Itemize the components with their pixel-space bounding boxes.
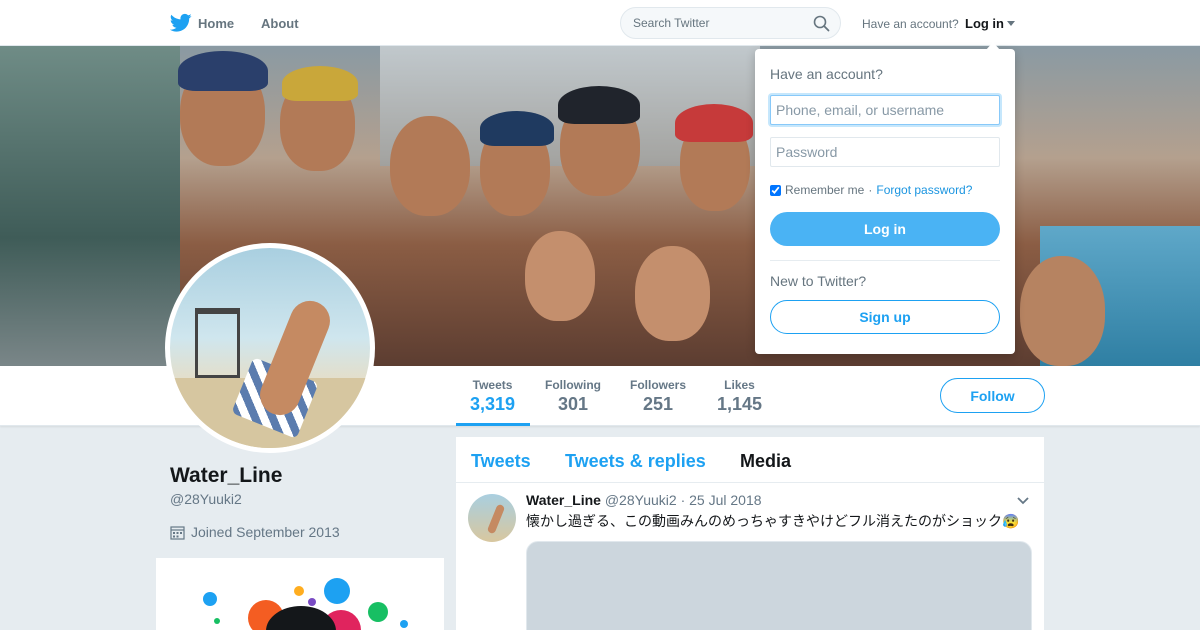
illustration-dot: [400, 620, 408, 628]
stat-label: Followers: [630, 378, 687, 392]
illustration-dot: [294, 586, 304, 596]
dropdown-title: Have an account?: [770, 66, 883, 82]
illustration-dot: [324, 578, 350, 604]
signup-illustration-card: [156, 558, 444, 630]
joined-text: Joined September 2013: [191, 524, 340, 540]
illustration-dot: [214, 618, 220, 624]
banner-person: [1020, 256, 1105, 366]
profile-handle[interactable]: @28Yuuki2: [170, 491, 242, 507]
password-field[interactable]: [770, 137, 1000, 167]
illustration-dot: [368, 602, 388, 622]
banner-swim-cap: [480, 111, 554, 146]
search-icon[interactable]: [813, 15, 830, 32]
tab-tweets[interactable]: Tweets: [471, 451, 531, 472]
username-field[interactable]: [770, 95, 1000, 125]
follow-button[interactable]: Follow: [940, 378, 1045, 413]
search-box: [620, 7, 841, 39]
login-toggle-label: Log in: [965, 16, 1004, 31]
stat-tweets[interactable]: Tweets 3,319: [470, 378, 515, 415]
banner-swim-cap: [178, 51, 268, 91]
timeline-tabs: Tweets Tweets & replies Media: [456, 437, 1044, 483]
tweet-avatar[interactable]: [468, 494, 516, 542]
stat-label: Following: [545, 378, 601, 392]
stat-label: Likes: [724, 378, 755, 392]
tweet-separator: ·: [680, 492, 686, 508]
bird-icon: [170, 13, 192, 32]
tweet-media-preview[interactable]: [526, 541, 1032, 630]
have-account-text: Have an account?: [862, 17, 959, 31]
remember-checkbox[interactable]: [770, 184, 781, 196]
login-dropdown: Have an account? Remember me · Forgot pa…: [755, 42, 1015, 354]
signup-button[interactable]: Sign up: [770, 300, 1000, 334]
nav-home-label: Home: [198, 15, 235, 31]
stat-following[interactable]: Following 301: [545, 378, 601, 415]
banner-swim-cap: [558, 86, 640, 124]
banner-person: [635, 246, 710, 341]
tweet-author-handle[interactable]: @28Yuuki2: [605, 492, 677, 508]
tab-media[interactable]: Media: [740, 451, 791, 472]
nav-home-link[interactable]: Home: [170, 13, 234, 33]
banner-person: [525, 231, 595, 321]
tweet-author-name[interactable]: Water_Line: [526, 492, 601, 508]
forgot-password-link[interactable]: Forgot password?: [876, 183, 972, 197]
top-navigation: Home About Have an account? Log in: [0, 0, 1200, 46]
active-stat-indicator: [456, 423, 530, 426]
new-to-twitter-text: New to Twitter?: [770, 273, 867, 289]
avatar-lifeguard-tower: [195, 308, 240, 378]
nav-about-link[interactable]: About: [261, 16, 299, 31]
tab-tweets-replies[interactable]: Tweets & replies: [565, 451, 706, 472]
search-input[interactable]: [621, 8, 801, 38]
profile-joined: Joined September 2013: [170, 524, 340, 540]
stat-value: 1,145: [717, 394, 763, 414]
remember-row: Remember me · Forgot password?: [770, 183, 972, 197]
banner-swim-cap: [675, 104, 753, 142]
login-button[interactable]: Log in: [770, 212, 1000, 246]
timeline-panel: Tweets Tweets & replies Media Water_Line…: [456, 437, 1044, 630]
stat-followers[interactable]: Followers 251: [630, 378, 686, 415]
stat-value: 301: [557, 394, 589, 414]
banner-swim-cap: [282, 66, 358, 101]
remember-label: Remember me: [785, 183, 865, 197]
illustration-dot: [308, 598, 316, 606]
dropdown-divider: [770, 260, 1000, 261]
stat-label: Tweets: [472, 378, 513, 392]
banner-background-stands: [0, 46, 180, 366]
tweet-header: Water_Line @28Yuuki2 · 25 Jul 2018: [526, 492, 762, 508]
profile-avatar[interactable]: [165, 243, 375, 453]
stat-value: 3,319: [470, 394, 516, 414]
tweet-date[interactable]: 25 Jul 2018: [689, 492, 761, 508]
stat-likes[interactable]: Likes 1,145: [717, 378, 762, 415]
banner-person: [390, 116, 470, 216]
illustration-dot: [203, 592, 217, 606]
remember-separator: ·: [868, 183, 873, 197]
login-dropdown-toggle[interactable]: Log in: [965, 16, 1015, 31]
caret-down-icon: [1007, 21, 1015, 26]
tweet-text: 懐かし過ぎる、この動画みんのめっちゃすきやけどフル消えたのがショック😰: [526, 513, 1020, 529]
chevron-down-icon[interactable]: [1016, 496, 1030, 506]
profile-name[interactable]: Water_Line: [170, 464, 282, 488]
calendar-icon: [170, 525, 185, 540]
stat-value: 251: [642, 394, 674, 414]
